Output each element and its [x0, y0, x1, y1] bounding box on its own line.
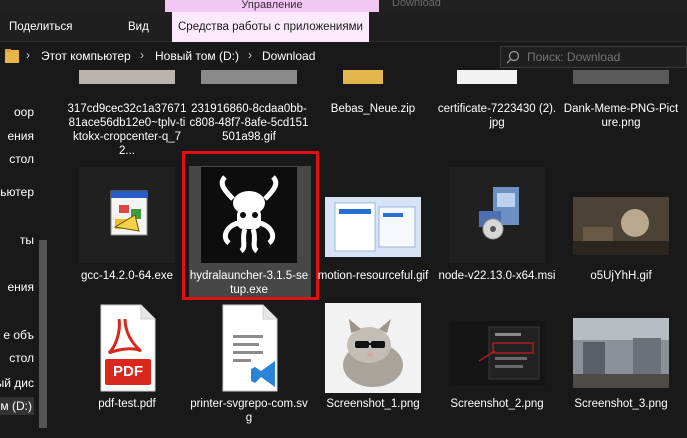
- chevron-right-icon: ›: [26, 48, 30, 62]
- image-thumbnail: [573, 197, 669, 255]
- file-name: Bebas_Neue.zip: [330, 103, 416, 115]
- file-name: certificate-7223430 (2).jpg: [437, 103, 557, 129]
- pdf-icon: PDF: [79, 303, 175, 393]
- file-item[interactable]: gcc-14.2.0-64.exe: [67, 167, 187, 297]
- navigation-pane: оор ения стол ьютер ты ения е объ стол ы…: [0, 70, 38, 438]
- nav-scrollbar[interactable]: [36, 70, 49, 430]
- file-item[interactable]: Screenshot_2.png: [437, 303, 557, 438]
- file-name: gcc-14.2.0-64.exe: [80, 270, 174, 282]
- file-item[interactable]: PDF pdf-test.pdf: [67, 303, 187, 438]
- breadcrumb-this-pc[interactable]: Этот компьютер: [41, 49, 131, 63]
- file-item[interactable]: Screenshot_3.png: [561, 303, 681, 438]
- file-name: Screenshot_2.png: [450, 398, 544, 410]
- image-thumbnail: [325, 197, 421, 257]
- nav-item[interactable]: е объ: [3, 328, 34, 342]
- tab-view[interactable]: Вид: [128, 12, 149, 42]
- nav-item[interactable]: ения: [7, 280, 34, 294]
- file-name: Dank-Meme-PNG-Picture.png: [563, 103, 679, 129]
- status-bar: [0, 430, 687, 438]
- folder-icon: [5, 49, 19, 63]
- file-item[interactable]: o5UjYhH.gif: [561, 167, 681, 297]
- image-thumbnail: [573, 318, 669, 388]
- file-item[interactable]: node-v22.13.0-x64.msi: [437, 167, 557, 297]
- nav-item[interactable]: ый дис: [0, 376, 34, 390]
- chevron-right-icon: ›: [140, 48, 144, 62]
- file-name: printer-svgrepo-com.svg: [190, 398, 308, 424]
- nav-item-drive-d[interactable]: ом (D:): [0, 397, 34, 415]
- file-name: Screenshot_1.png: [326, 398, 420, 410]
- file-name: motion-resourceful.gif: [317, 270, 429, 282]
- search-box[interactable]: [500, 46, 687, 68]
- tab-share[interactable]: Поделиться: [9, 12, 73, 42]
- context-tab-manage[interactable]: Управление: [165, 0, 379, 12]
- file-item[interactable]: 317cd9cec32c1a3767181ace56db12e0~tplv-ti…: [67, 70, 187, 162]
- kitten-thumbnail: [325, 303, 421, 393]
- installer-icon: [79, 167, 175, 263]
- file-item[interactable]: Bebas_Neue.zip: [313, 70, 433, 162]
- chevron-right-icon: ›: [248, 48, 252, 62]
- image-thumbnail: [449, 321, 545, 385]
- file-item[interactable]: 231916860-8cdaa0bb-c808-48f7-8afe-5cd151…: [189, 70, 309, 162]
- search-icon: [506, 50, 520, 64]
- nav-item[interactable]: ты: [20, 233, 34, 247]
- image-thumbnail: [573, 70, 669, 84]
- file-item[interactable]: printer-svgrepo-com.svg: [189, 303, 309, 438]
- file-item[interactable]: motion-resourceful.gif: [313, 167, 433, 297]
- nav-scrollbar-thumb[interactable]: [39, 240, 47, 428]
- image-thumbnail: [79, 70, 175, 84]
- breadcrumb-download[interactable]: Download: [262, 49, 315, 63]
- window-title: Download: [392, 0, 441, 9]
- file-name: node-v22.13.0-x64.msi: [438, 270, 556, 282]
- image-thumbnail: [457, 70, 517, 84]
- file-name: 231916860-8cdaa0bb-c808-48f7-8afe-5cd151…: [189, 103, 309, 143]
- file-item[interactable]: Dank-Meme-PNG-Picture.png: [561, 70, 681, 162]
- address-bar[interactable]: › Этот компьютер › Новый том (D:) › Down…: [0, 43, 687, 70]
- title-strip: Управление Download: [0, 0, 687, 12]
- file-item[interactable]: certificate-7223430 (2).jpg: [437, 70, 557, 162]
- nav-item[interactable]: стол: [9, 351, 34, 365]
- image-thumbnail: [201, 70, 297, 84]
- nav-item[interactable]: стол: [9, 152, 34, 166]
- nav-item[interactable]: ения: [7, 129, 34, 143]
- red-annotation-box: [182, 151, 319, 300]
- search-input[interactable]: [527, 49, 677, 65]
- file-name: 317cd9cec32c1a3767181ace56db12e0~tplv-ti…: [67, 103, 187, 157]
- breadcrumb-drive[interactable]: Новый том (D:): [155, 49, 239, 63]
- msi-installer-icon: [449, 167, 545, 263]
- file-item[interactable]: Screenshot_1.png: [313, 303, 433, 438]
- ribbon-tabs: Поделиться Вид Средства работы с приложе…: [0, 12, 687, 42]
- zip-folder-icon: [343, 70, 383, 84]
- file-grid: 317cd9cec32c1a3767181ace56db12e0~tplv-ti…: [49, 70, 687, 438]
- file-name: o5UjYhH.gif: [590, 270, 652, 282]
- tab-app-tools[interactable]: Средства работы с приложениями: [172, 12, 369, 42]
- svg-file-icon: [201, 303, 297, 393]
- nav-item[interactable]: оор: [14, 105, 34, 119]
- file-name: Screenshot_3.png: [574, 398, 668, 410]
- pdf-badge: PDF: [113, 363, 143, 380]
- file-name: pdf-test.pdf: [98, 398, 156, 410]
- nav-item-this-pc[interactable]: ьютер: [0, 185, 34, 199]
